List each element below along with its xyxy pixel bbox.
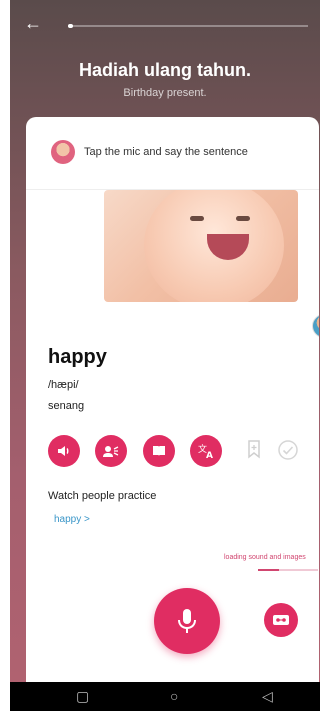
cassette-icon [273, 615, 289, 625]
lesson-progress-track [68, 24, 308, 28]
svg-text:A: A [206, 451, 213, 459]
record-button[interactable] [95, 435, 127, 467]
word-image [104, 190, 298, 302]
recent-apps-icon[interactable]: ▢ [76, 688, 89, 705]
system-nav-bar: ▢ ○ ◁ [10, 682, 320, 711]
speaker-icon [58, 446, 69, 456]
baby-eye [236, 216, 250, 221]
home-icon[interactable]: ○ [170, 688, 178, 704]
arrow-left-icon[interactable]: ← [24, 14, 42, 32]
watch-label: Watch people practice [48, 490, 157, 502]
lesson-subtitle: Birthday present. [123, 87, 207, 99]
loading-text: loading sound and images [224, 554, 306, 561]
watch-link[interactable]: happy > [54, 514, 90, 525]
check-icon[interactable] [277, 439, 299, 461]
top-bar: ← [10, 0, 320, 50]
bookmark-icon[interactable] [243, 439, 265, 461]
speaker-button[interactable] [48, 435, 80, 467]
avatar-icon [51, 140, 75, 164]
word-text: happy [48, 346, 107, 368]
practice-card: Tap the mic and say the sentence happy /… [26, 117, 319, 682]
instruction-row: Tap the mic and say the sentence [26, 117, 319, 190]
record-icon [103, 446, 119, 457]
book-button[interactable] [143, 435, 175, 467]
app-screen: ← Hadiah ulang tahun. Birthday present. … [10, 0, 320, 682]
tutor-avatar-icon[interactable] [312, 314, 319, 338]
mic-button[interactable] [154, 588, 220, 654]
word-translation: senang [48, 400, 85, 412]
microphone-icon [178, 609, 196, 633]
recordings-button[interactable] [264, 603, 298, 637]
baby-eye [190, 216, 204, 221]
loading-progress-fill [258, 569, 279, 571]
instruction-text: Tap the mic and say the sentence [84, 146, 248, 158]
back-icon[interactable]: ◁ [262, 688, 273, 705]
word-phonetic: /hæpi/ [48, 379, 79, 391]
translate-icon: 文 A [198, 443, 213, 459]
loading-progress-track [258, 569, 318, 571]
book-icon [153, 446, 165, 456]
lesson-progress-fill [68, 24, 73, 28]
translate-button[interactable]: 文 A [190, 435, 222, 467]
lesson-title: Hadiah ulang tahun. [78, 60, 251, 80]
